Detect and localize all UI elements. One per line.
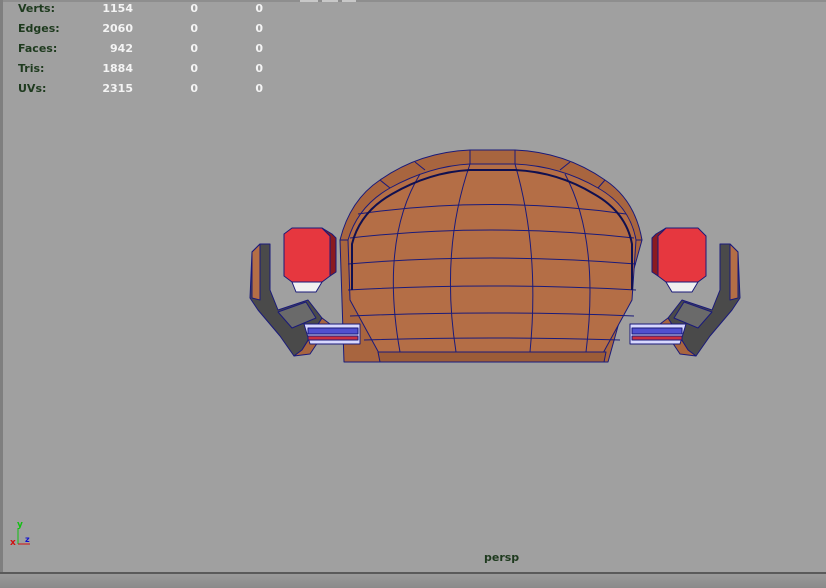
axis-y-label: y — [17, 520, 23, 530]
toolbar-tab[interactable] — [322, 0, 338, 2]
hud-value: 0 — [190, 82, 198, 95]
hud-value: 0 — [190, 62, 198, 75]
hud-value: 0 — [255, 82, 263, 95]
hud-label: UVs: — [18, 82, 47, 95]
hud-value: 0 — [255, 42, 263, 55]
hud-value: 0 — [190, 42, 198, 55]
toolbar-tab[interactable] — [300, 0, 318, 2]
bottom-status-bar — [0, 572, 826, 588]
hud-value: 942 — [110, 42, 133, 55]
hud-value: 0 — [255, 2, 263, 15]
hud-value: 2060 — [102, 22, 133, 35]
hud-label: Edges: — [18, 22, 60, 35]
axis-gizmo: y x z — [10, 520, 30, 548]
right-block — [657, 227, 707, 283]
hud-label: Faces: — [18, 42, 58, 55]
dome-base — [377, 351, 607, 363]
mesh-model[interactable] — [240, 140, 750, 370]
hud-value: 0 — [255, 22, 263, 35]
hud-value: 1154 — [102, 2, 133, 15]
hud-value: 1884 — [102, 62, 133, 75]
hud-label: Tris: — [18, 62, 45, 75]
hud-value: 0 — [190, 2, 198, 15]
hud-value: 2315 — [102, 82, 133, 95]
camera-name-label: persp — [484, 551, 520, 564]
axis-z-label: z — [25, 535, 30, 544]
viewport-3d[interactable]: Verts: 1154 0 0 Edges: 2060 0 0 Faces: 9… — [0, 0, 826, 588]
viewport-left-border — [0, 0, 3, 572]
hud-value: 0 — [190, 22, 198, 35]
toolbar-tab[interactable] — [342, 0, 356, 2]
hud-value: 0 — [255, 62, 263, 75]
hud-label: Verts: — [18, 2, 56, 15]
left-block — [283, 227, 331, 283]
axis-x-label: x — [10, 538, 16, 548]
